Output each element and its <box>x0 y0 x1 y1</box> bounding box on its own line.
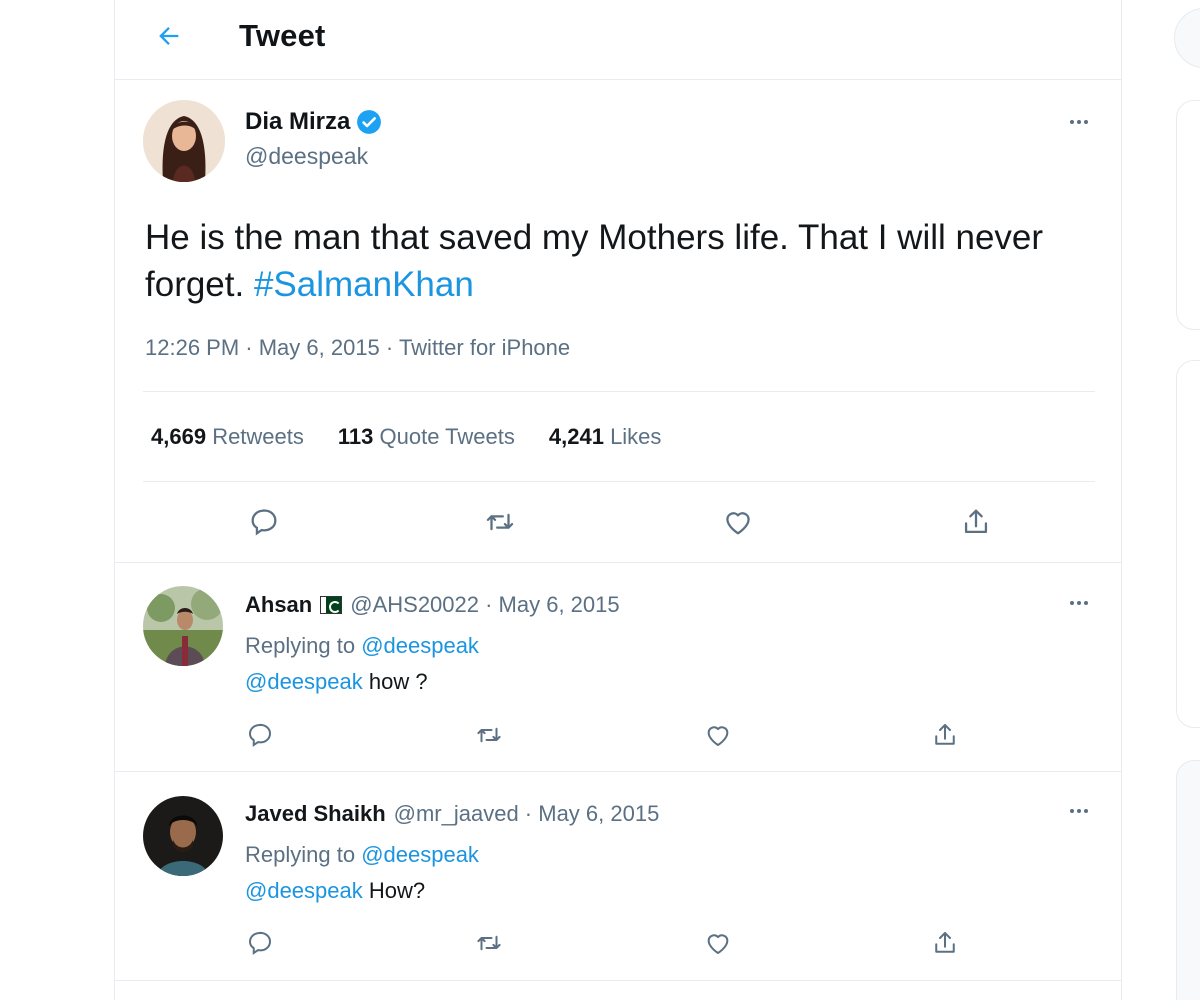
replying-to-line: Replying to @deespeak <box>245 842 479 867</box>
reply-icon <box>248 931 272 955</box>
tweet-action-bar <box>115 502 1121 542</box>
page-header: Tweet <box>115 0 1121 80</box>
mention-link[interactable]: @deespeak <box>245 878 363 903</box>
reply-button[interactable] <box>244 502 284 542</box>
reply-action-bar <box>115 715 1121 755</box>
like-button[interactable] <box>718 502 758 542</box>
share-button[interactable] <box>925 715 965 755</box>
section-divider <box>115 980 1121 981</box>
sidebar-card <box>1176 360 1200 728</box>
reply-icon <box>248 723 272 747</box>
verified-badge-icon <box>357 110 382 134</box>
likes-stat[interactable]: 4,241 Likes <box>549 424 662 450</box>
author-handle[interactable]: @deespeak <box>245 143 368 170</box>
retweet-button[interactable] <box>469 923 509 963</box>
replying-to-line: Replying to @deespeak <box>245 633 479 658</box>
share-icon <box>935 932 955 953</box>
pakistan-flag-icon <box>320 596 343 614</box>
reply-handle-date[interactable]: @mr_jaaved · May 6, 2015 <box>394 801 660 827</box>
reply-author-name[interactable]: Ahsan <box>245 592 312 618</box>
replying-to-link[interactable]: @deespeak <box>361 633 479 658</box>
reply-avatar[interactable] <box>143 586 223 666</box>
share-button[interactable] <box>925 923 965 963</box>
sidebar-card <box>1176 100 1200 330</box>
reply-icon <box>251 509 277 536</box>
author-avatar[interactable] <box>143 100 225 182</box>
retweet-icon <box>477 727 501 743</box>
share-icon <box>964 509 988 534</box>
more-dot-icon <box>1070 601 1074 605</box>
reply-header: Ahsan @AHS20022 · May 6, 2015 <box>245 592 620 618</box>
reply-button[interactable] <box>240 715 280 755</box>
author-name-row[interactable]: Dia Mirza <box>245 108 382 136</box>
reply-more-options-button[interactable] <box>1061 591 1097 615</box>
mention-link[interactable]: @deespeak <box>245 669 363 694</box>
sidebar-search-box[interactable] <box>1174 8 1200 68</box>
retweet-button[interactable] <box>480 502 520 542</box>
hashtag-link[interactable]: #SalmanKhan <box>254 265 474 304</box>
sidebar-card <box>1176 760 1200 1000</box>
tweet-meta[interactable]: 12:26 PM · May 6, 2015 · Twitter for iPh… <box>145 335 570 361</box>
heart-icon <box>707 726 729 746</box>
share-icon <box>935 724 955 745</box>
more-options-button[interactable] <box>1061 110 1097 134</box>
reply-more-options-button[interactable] <box>1061 799 1097 823</box>
section-divider <box>115 771 1121 772</box>
reply-avatar[interactable] <box>143 796 223 876</box>
arrow-left-icon <box>159 27 179 45</box>
reply-author-name[interactable]: Javed Shaikh <box>245 801 386 827</box>
retweet-button[interactable] <box>469 715 509 755</box>
reply-header: Javed Shaikh @mr_jaaved · May 6, 2015 <box>245 801 659 827</box>
heart-icon <box>726 512 750 535</box>
share-button[interactable] <box>956 502 996 542</box>
divider <box>143 391 1095 392</box>
reply-text: @deespeak how ? <box>245 669 428 694</box>
reply-button[interactable] <box>240 923 280 963</box>
more-dot-icon <box>1070 809 1074 813</box>
tweet-text: He is the man that saved my Mothers life… <box>145 214 1085 308</box>
back-button[interactable] <box>151 18 187 54</box>
heart-icon <box>707 934 729 954</box>
reply-text: @deespeak How? <box>245 878 426 903</box>
reply-action-bar <box>115 923 1121 963</box>
like-button[interactable] <box>698 923 738 963</box>
quote-tweets-stat[interactable]: 113 Quote Tweets <box>338 424 515 450</box>
tweet-stats: 4,669 Retweets 113 Quote Tweets 4,241 Li… <box>151 424 661 450</box>
retweet-icon <box>486 513 514 531</box>
reply-handle-date[interactable]: @AHS20022 · May 6, 2015 <box>350 592 619 618</box>
retweet-icon <box>477 935 501 951</box>
tweet-column: Tweet Dia Mirza @deespeak He is the man … <box>114 0 1122 1000</box>
more-dot-icon <box>1070 120 1074 124</box>
like-button[interactable] <box>698 715 738 755</box>
page-title: Tweet <box>239 18 326 53</box>
retweets-stat[interactable]: 4,669 Retweets <box>151 424 304 450</box>
replying-to-link[interactable]: @deespeak <box>361 842 479 867</box>
section-divider <box>115 562 1121 563</box>
author-name[interactable]: Dia Mirza <box>245 108 350 136</box>
divider <box>143 481 1095 482</box>
